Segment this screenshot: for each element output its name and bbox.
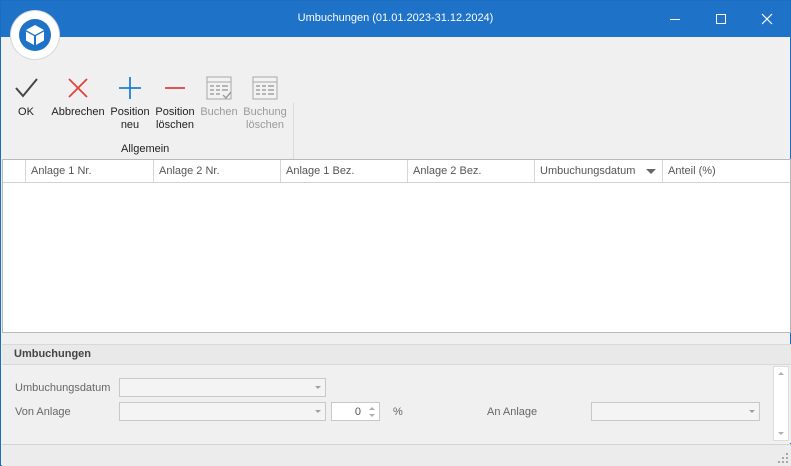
form-panel-title: Umbuchungen bbox=[2, 344, 791, 365]
abbrechen-label: Abbrechen bbox=[51, 106, 105, 118]
ledger-delete-icon bbox=[252, 76, 278, 100]
scroll-up-icon[interactable] bbox=[778, 372, 784, 375]
ribbon-group-label: Allgemein bbox=[121, 143, 170, 155]
chevron-down-icon bbox=[749, 410, 755, 413]
sort-descending-icon bbox=[646, 169, 656, 174]
anteil-value: 0 bbox=[354, 406, 361, 418]
maximize-icon bbox=[716, 14, 726, 24]
plus-icon bbox=[119, 77, 141, 99]
an-anlage-label: An Anlage bbox=[487, 406, 538, 418]
column-header-anlage2-nr[interactable]: Anlage 2 Nr. bbox=[153, 160, 280, 182]
buchen-label: Buchen bbox=[200, 106, 238, 118]
row-indicator-header[interactable] bbox=[3, 160, 25, 182]
ledger-book-icon bbox=[206, 76, 232, 100]
an-anlage-dropdown[interactable] bbox=[591, 402, 760, 421]
column-header-anteil[interactable]: Anteil (%) bbox=[662, 160, 790, 182]
von-anlage-label: Von Anlage bbox=[15, 406, 71, 418]
buchen-button[interactable]: Buchen bbox=[200, 73, 238, 119]
ok-label: OK bbox=[18, 106, 34, 118]
buchung-loeschen-label: Buchung löschen bbox=[243, 106, 287, 131]
maximize-button[interactable] bbox=[698, 1, 744, 37]
column-header-umbuchungsdatum[interactable]: Umbuchungsdatum bbox=[534, 160, 662, 182]
grid-header: Anlage 1 Nr. Anlage 2 Nr. Anlage 1 Bez. … bbox=[3, 160, 790, 183]
close-button[interactable] bbox=[744, 1, 790, 37]
umbuchung-form: Umbuchungsdatum Von Anlage 0 % An Anlage bbox=[2, 365, 791, 443]
app-logo bbox=[11, 11, 59, 59]
chevron-down-icon bbox=[315, 410, 321, 413]
ribbon: OK Abbrechen Position neu Position lösch… bbox=[1, 37, 790, 191]
minimize-button[interactable] bbox=[652, 1, 698, 37]
close-icon bbox=[761, 13, 773, 25]
position-neu-label: Position neu bbox=[110, 106, 150, 131]
spin-down-icon[interactable] bbox=[369, 414, 375, 417]
title-bar[interactable]: Umbuchungen (01.01.2023-31.12.2024) bbox=[1, 1, 790, 37]
minimize-icon bbox=[670, 19, 680, 20]
status-bar bbox=[2, 444, 791, 466]
cube-icon bbox=[19, 19, 51, 51]
buchung-loeschen-button[interactable]: Buchung löschen bbox=[241, 73, 289, 132]
von-anlage-dropdown[interactable] bbox=[119, 402, 326, 421]
column-header-anlage1-nr[interactable]: Anlage 1 Nr. bbox=[25, 160, 153, 182]
minus-icon bbox=[165, 87, 185, 89]
chevron-down-icon bbox=[315, 386, 321, 389]
resize-grip-icon[interactable] bbox=[778, 453, 788, 463]
umbuchungen-grid[interactable]: Anlage 1 Nr. Anlage 2 Nr. Anlage 1 Bez. … bbox=[2, 159, 791, 333]
spin-up-icon[interactable] bbox=[369, 407, 375, 410]
checkmark-icon bbox=[15, 78, 38, 98]
percent-label: % bbox=[393, 406, 403, 418]
umbuchungsdatum-dropdown[interactable] bbox=[119, 378, 326, 397]
position-neu-button[interactable]: Position neu bbox=[109, 73, 151, 132]
position-loeschen-label: Position löschen bbox=[155, 106, 195, 131]
anteil-stepper[interactable]: 0 bbox=[331, 402, 380, 421]
column-header-umbuchungsdatum-label: Umbuchungsdatum bbox=[540, 165, 636, 177]
position-loeschen-button[interactable]: Position löschen bbox=[154, 73, 196, 132]
umbuchungen-window: Umbuchungen (01.01.2023-31.12.2024) OK A… bbox=[0, 0, 791, 466]
form-scrollbar[interactable] bbox=[773, 366, 789, 441]
column-header-anlage1-bez[interactable]: Anlage 1 Bez. bbox=[280, 160, 407, 182]
scroll-down-icon[interactable] bbox=[778, 432, 784, 435]
umbuchungsdatum-label: Umbuchungsdatum bbox=[15, 382, 111, 394]
cross-icon bbox=[68, 78, 88, 98]
abbrechen-button[interactable]: Abbrechen bbox=[50, 73, 106, 119]
column-header-anlage2-bez[interactable]: Anlage 2 Bez. bbox=[407, 160, 534, 182]
ok-button[interactable]: OK bbox=[11, 73, 41, 119]
